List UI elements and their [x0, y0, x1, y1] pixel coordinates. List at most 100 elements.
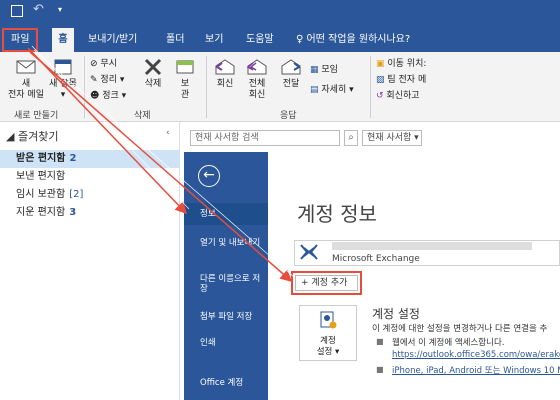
- folder-name: 지운 편지함: [16, 207, 66, 218]
- bullet-icon: ■: [376, 337, 384, 346]
- account-settings-icon: [320, 311, 337, 329]
- page-title: 계정 정보: [297, 202, 377, 226]
- tab-home[interactable]: 홈: [52, 28, 74, 52]
- reply-icon: [215, 59, 235, 75]
- folder-sent[interactable]: 보낸 편지함: [0, 168, 180, 186]
- account-settings-label-2: 설정 ▾: [316, 347, 340, 357]
- tell-me-box[interactable]: ♀ 어떤 작업을 원하시나요?: [290, 28, 416, 52]
- forward-label: 전달: [282, 79, 300, 89]
- group-respond-label: 응답: [280, 111, 297, 121]
- folder-drafts[interactable]: 임시 보관함 [2]: [0, 186, 180, 204]
- save-icon[interactable]: [11, 5, 23, 17]
- account-type: Microsoft Exchange: [332, 254, 420, 264]
- new-items-icon: [54, 59, 72, 75]
- ribbon-separator: [206, 56, 207, 118]
- account-email-redacted: [332, 242, 532, 250]
- archive-button[interactable]: 보 관: [170, 58, 200, 101]
- forward-button[interactable]: 전달: [276, 58, 306, 90]
- tab-send-receive[interactable]: 보내기/받기: [82, 28, 143, 52]
- new-email-label-1: 새: [21, 79, 31, 89]
- cleanup-button[interactable]: ✎ 정리 ▾: [90, 72, 124, 85]
- new-items-label-2: ▾: [60, 90, 66, 100]
- team-email-label: 팀 전자 메: [387, 75, 427, 85]
- backstage-item-office-account[interactable]: Office 계정: [200, 378, 264, 388]
- folder-name: 보낸 편지함: [16, 171, 66, 182]
- folder-name: 임시 보관함: [16, 189, 66, 200]
- favorites-header[interactable]: ◢ 즐겨찾기: [6, 128, 58, 144]
- reply-delete-label: 회신하고: [386, 91, 420, 101]
- undo-icon[interactable]: ↶: [33, 2, 44, 17]
- group-delete-label: 삭제: [134, 111, 151, 121]
- new-items-label-1: 새 항목: [49, 79, 77, 89]
- archive-label-1: 보: [180, 79, 190, 89]
- cleanup-label: 정리 ▾: [100, 75, 125, 85]
- more-label: 자세히 ▾: [321, 85, 354, 95]
- search-icon[interactable]: ⌕: [344, 130, 358, 146]
- new-items-button[interactable]: 새 항목 ▾: [46, 58, 80, 101]
- backstage-item-info[interactable]: 정보: [184, 203, 268, 225]
- lightbulb-icon: ♀: [296, 34, 304, 45]
- ribbon-tab-bar: 파일 홈 보내기/받기 폴더 보기 도움말 ♀ 어떤 작업을 원하시나요?: [0, 28, 560, 52]
- tab-file[interactable]: 파일: [2, 28, 39, 52]
- team-email-icon: ▨: [376, 75, 385, 85]
- archive-icon: [176, 60, 194, 74]
- account-settings-label-1: 계정: [320, 336, 336, 346]
- search-scope-dropdown[interactable]: 현재 사서함 ▾: [362, 130, 422, 146]
- more-icon: ▤: [310, 85, 319, 95]
- meeting-button[interactable]: ▦ 모임: [310, 62, 338, 75]
- tab-folder[interactable]: 폴더: [160, 28, 190, 52]
- reply-all-button[interactable]: 전체 회신: [240, 58, 274, 101]
- junk-icon: ☻: [90, 91, 100, 101]
- folder-name: 받은 편지함: [16, 153, 66, 164]
- forward-icon: [281, 59, 301, 75]
- ribbon-separator: [370, 56, 371, 118]
- folder-count: [2]: [69, 189, 84, 200]
- reply-delete-icon: ↺: [376, 91, 384, 101]
- mobile-setup-link[interactable]: iPhone, iPad, Android 또는 Windows 10 Mob: [392, 364, 560, 376]
- backstage-item-open-export[interactable]: 열기 및 내보내기: [200, 238, 264, 248]
- new-email-button[interactable]: 새 전자 메일: [6, 58, 46, 101]
- new-email-icon: [16, 60, 36, 74]
- delete-label: 삭제: [144, 79, 162, 89]
- ignore-button[interactable]: ⊘ 무시: [90, 56, 117, 69]
- reply-all-label-1: 전체: [248, 79, 266, 89]
- move-to-button[interactable]: ▣ 이동 위치:: [376, 56, 426, 69]
- tab-view[interactable]: 보기: [199, 28, 229, 52]
- move-to-label: 이동 위치:: [387, 59, 427, 69]
- group-new-label: 새로 만들기: [14, 111, 59, 121]
- delete-button[interactable]: 삭제: [138, 58, 168, 90]
- backstage-item-print[interactable]: 인쇄: [200, 338, 264, 348]
- web-access-text: 웹에서 이 계정에 액세스합니다.: [392, 338, 505, 348]
- add-account-button[interactable]: + 계정 추가: [295, 275, 358, 291]
- account-settings-description: 이 계정에 대한 설정을 변경하거나 다른 연결을 추: [372, 324, 548, 334]
- ignore-icon: ⊘: [90, 59, 98, 69]
- folder-deleted[interactable]: 지운 편지함 3: [0, 204, 180, 222]
- tab-help[interactable]: 도움말: [240, 28, 280, 52]
- ignore-label: 무시: [100, 59, 117, 69]
- archive-label-2: 관: [180, 90, 190, 100]
- back-arrow-icon[interactable]: ←: [198, 165, 220, 187]
- cleanup-icon: ✎: [90, 75, 98, 85]
- backstage-item-save-attachments[interactable]: 첨부 파일 저장: [200, 312, 264, 322]
- junk-label: 정크 ▾: [102, 91, 127, 101]
- ribbon: 새 전자 메일 새 항목 ▾ ⊘ 무시 ✎ 정리 ▾ ☻ 정크 ▾ 삭제 보 관…: [0, 52, 560, 122]
- folder-inbox[interactable]: 받은 편지함 2: [0, 150, 180, 168]
- ribbon-separator: [84, 56, 85, 118]
- reply-delete-button[interactable]: ↺ 회신하고: [376, 88, 420, 101]
- reply-all-label-2: 회신: [248, 90, 266, 100]
- owa-link[interactable]: https://outlook.office365.com/owa/erakor…: [392, 350, 560, 360]
- reply-button[interactable]: 회신: [210, 58, 240, 90]
- title-bar: [0, 0, 560, 28]
- search-input[interactable]: 현재 사서함 검색: [190, 130, 340, 146]
- exchange-icon: [300, 244, 318, 260]
- reply-label: 회신: [216, 79, 234, 89]
- customize-qat-button[interactable]: ▾: [58, 5, 62, 14]
- more-respond-button[interactable]: ▤ 자세히 ▾: [310, 82, 354, 95]
- collapse-pane-button[interactable]: ‹: [166, 128, 170, 138]
- new-email-label-2: 전자 메일: [8, 90, 44, 100]
- team-email-button[interactable]: ▨ 팀 전자 메: [376, 72, 426, 85]
- backstage-item-save-as[interactable]: 다른 이름으로 저장: [200, 274, 264, 294]
- bullet-icon: ■: [376, 365, 384, 374]
- junk-button[interactable]: ☻ 정크 ▾: [90, 88, 126, 101]
- meeting-icon: ▦: [310, 65, 319, 75]
